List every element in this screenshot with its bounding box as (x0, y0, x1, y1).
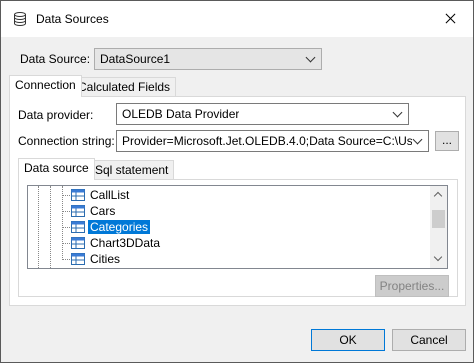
browse-button[interactable]: ... (435, 131, 459, 151)
tree-item-label: Categories (86, 219, 152, 235)
tree-connector (62, 259, 70, 260)
scroll-down-icon[interactable] (433, 252, 443, 262)
data-source-value: DataSource1 (100, 52, 171, 66)
data-source-select[interactable]: DataSource1 (94, 48, 322, 70)
subtab-sql-statement[interactable]: Sql statement (89, 160, 175, 180)
tree-connector (62, 211, 70, 212)
connection-string-select[interactable]: Provider=Microsoft.Jet.OLEDB.4.0;Data So… (116, 130, 429, 152)
tree-item[interactable]: CallList (28, 187, 428, 203)
data-provider-label: Data provider: (18, 108, 94, 122)
window-title: Data Sources (36, 12, 109, 26)
tree-item-label: Chart3DData (90, 236, 161, 250)
close-button[interactable] (427, 1, 473, 37)
tab-connection-label: Connection (15, 78, 76, 92)
data-provider-value: OLEDB Data Provider (122, 107, 240, 121)
connection-string-label: Connection string: (18, 134, 115, 148)
subtab-data-source[interactable]: Data source (18, 158, 95, 180)
subtab-sql-statement-label: Sql statement (95, 163, 169, 177)
tab-calculated-fields-label: Calculated Fields (78, 80, 171, 94)
tree-scrollbar[interactable] (430, 186, 447, 268)
tree-item-label: Cities (90, 252, 121, 266)
data-provider-select[interactable]: OLEDB Data Provider (116, 103, 409, 125)
tree-item[interactable]: Cars (28, 203, 428, 219)
chevron-down-icon (412, 134, 423, 145)
chevron-down-icon (305, 52, 316, 63)
data-sources-dialog: Data Sources Data Source: DataSource1 Co… (0, 0, 474, 363)
scroll-thumb[interactable] (432, 210, 445, 228)
tree-item-selected[interactable]: Categories (28, 219, 428, 235)
table-icon (71, 237, 85, 249)
data-source-label: Data Source: (20, 52, 91, 66)
table-icon (71, 205, 85, 217)
properties-button[interactable]: Properties... (375, 275, 449, 297)
chevron-down-icon (392, 107, 403, 118)
tree-item[interactable]: Cities (28, 251, 428, 267)
subtab-data-source-label: Data source (24, 161, 89, 175)
tree-item-label: Cars (90, 204, 116, 218)
tree-connector (62, 227, 70, 228)
tree-connector (62, 195, 70, 196)
tab-calculated-fields[interactable]: Calculated Fields (72, 77, 177, 97)
title-bar: Data Sources (1, 1, 473, 37)
tree-item[interactable]: Chart3DData (28, 235, 428, 251)
table-icon (71, 253, 85, 265)
tree-item-label: CallList (90, 188, 130, 202)
connection-string-value: Provider=Microsoft.Jet.OLEDB.4.0;Data So… (122, 134, 412, 148)
tab-connection[interactable]: Connection (9, 75, 82, 97)
ok-button[interactable]: OK (311, 329, 385, 351)
cancel-button[interactable]: Cancel (392, 329, 466, 351)
database-icon (14, 12, 26, 26)
tables-tree[interactable]: CallList Cars Categories Chart3DData Cit… (27, 185, 448, 269)
tree-connector (62, 243, 70, 244)
table-icon (71, 221, 85, 233)
scroll-up-icon[interactable] (433, 191, 443, 201)
table-icon (71, 189, 85, 201)
